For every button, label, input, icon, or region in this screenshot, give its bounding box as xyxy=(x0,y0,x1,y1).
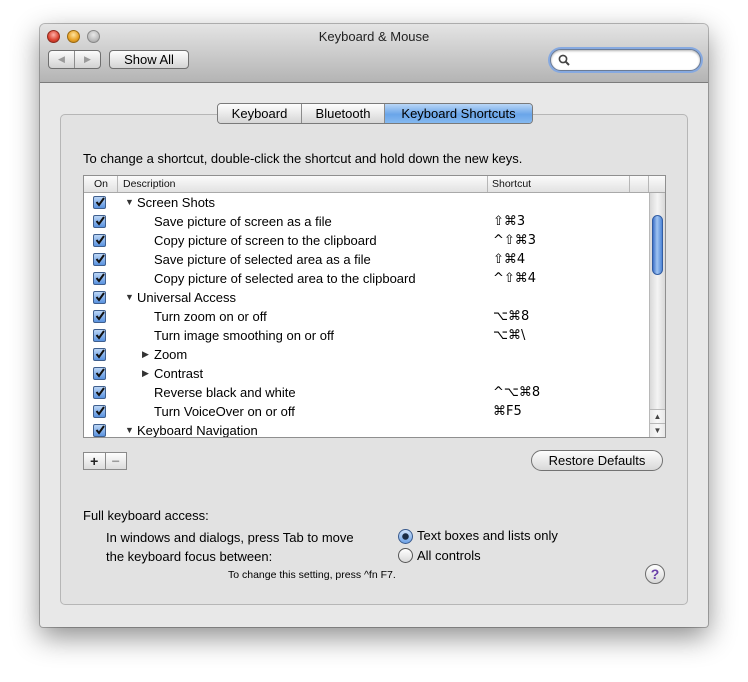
scroll-up-arrow-icon[interactable]: ▲ xyxy=(650,409,665,423)
enabled-checkbox[interactable] xyxy=(93,386,106,399)
title-bar: Keyboard & Mouse ◀ ▶ Show All xyxy=(40,24,708,83)
tab-bluetooth[interactable]: Bluetooth xyxy=(302,104,385,123)
search-icon xyxy=(558,54,570,66)
scroll-down-arrow-icon[interactable]: ▼ xyxy=(650,423,665,437)
row-shortcut[interactable]: ⇧⌘3 xyxy=(493,214,525,229)
disclosure-open-icon[interactable]: ▼ xyxy=(125,197,135,207)
table-row[interactable]: Copy picture of screen to the clipboard ^… xyxy=(84,231,649,250)
table-row[interactable]: ▶ Zoom xyxy=(84,345,649,364)
row-shortcut[interactable]: ^⇧⌘4 xyxy=(493,271,536,286)
row-shortcut[interactable]: ^⌥⌘8 xyxy=(493,385,540,400)
row-description: Turn zoom on or off xyxy=(154,309,267,324)
row-description: Save picture of screen as a file xyxy=(154,214,332,229)
add-shortcut-button[interactable]: + xyxy=(84,453,106,469)
row-shortcut[interactable]: ⌘F5 xyxy=(493,404,522,419)
radio-text-boxes-and-lists[interactable] xyxy=(398,529,413,544)
enabled-checkbox[interactable] xyxy=(93,367,106,380)
row-description: Save picture of selected area as a file xyxy=(154,252,371,267)
enabled-checkbox[interactable] xyxy=(93,196,106,209)
enabled-checkbox[interactable] xyxy=(93,272,106,285)
shortcuts-table: On Description Shortcut ▼ Screen Shots Sav… xyxy=(83,175,666,438)
radio-label-text-boxes-and-lists[interactable]: Text boxes and lists only xyxy=(417,528,558,543)
window-title: Keyboard & Mouse xyxy=(318,29,430,44)
restore-defaults-button[interactable]: Restore Defaults xyxy=(531,450,663,471)
keyboard-access-hint: To change this setting, press ^fn F7. xyxy=(228,569,396,581)
search-input[interactable] xyxy=(550,49,701,71)
tab-bar: Keyboard Bluetooth Keyboard Shortcuts xyxy=(217,103,533,124)
tab-keyboard-shortcuts[interactable]: Keyboard Shortcuts xyxy=(385,104,532,123)
table-row[interactable]: Turn zoom on or off ⌥⌘8 xyxy=(84,307,649,326)
instruction-text: To change a shortcut, double-click the s… xyxy=(83,151,523,166)
radio-label-all-controls[interactable]: All controls xyxy=(417,548,481,563)
forward-arrow-icon[interactable]: ▶ xyxy=(75,51,100,68)
enabled-checkbox[interactable] xyxy=(93,253,106,266)
add-remove-control: + − xyxy=(83,452,127,470)
tab-keyboard[interactable]: Keyboard xyxy=(218,104,302,123)
disclosure-open-icon[interactable]: ▼ xyxy=(125,425,135,435)
disclosure-open-icon[interactable]: ▼ xyxy=(125,292,135,302)
enabled-checkbox[interactable] xyxy=(93,348,106,361)
enabled-checkbox[interactable] xyxy=(93,310,106,323)
row-description: Copy picture of selected area to the cli… xyxy=(154,271,416,286)
scrollbar-thumb[interactable] xyxy=(652,215,663,275)
back-arrow-icon[interactable]: ◀ xyxy=(49,51,75,68)
preferences-window: Keyboard & Mouse ◀ ▶ Show All Keyboard B… xyxy=(40,24,708,627)
row-description: Contrast xyxy=(154,366,204,381)
show-all-button[interactable]: Show All xyxy=(109,50,189,69)
row-description: Turn VoiceOver on or off xyxy=(154,404,295,419)
row-shortcut[interactable]: ^⇧⌘3 xyxy=(493,233,536,248)
table-header: On Description Shortcut xyxy=(84,176,665,193)
table-row[interactable]: ▼ Keyboard Navigation xyxy=(84,421,649,438)
enabled-checkbox[interactable] xyxy=(93,329,106,342)
row-description: Zoom xyxy=(154,347,188,362)
radio-all-controls[interactable] xyxy=(398,548,413,563)
full-keyboard-access-description: In windows and dialogs, press Tab to mov… xyxy=(106,528,354,566)
disclosure-closed-icon[interactable]: ▶ xyxy=(142,349,152,359)
vertical-scrollbar[interactable]: ▲ ▼ xyxy=(649,193,665,437)
remove-shortcut-button[interactable]: − xyxy=(106,453,127,469)
column-header-description[interactable]: Description xyxy=(123,177,483,191)
table-row[interactable]: Save picture of selected area as a file ⇧… xyxy=(84,250,649,269)
row-description: Universal Access xyxy=(137,290,236,305)
enabled-checkbox[interactable] xyxy=(93,215,106,228)
enabled-checkbox[interactable] xyxy=(93,291,106,304)
table-row[interactable]: Turn VoiceOver on or off ⌘F5 xyxy=(84,402,649,421)
row-shortcut[interactable]: ⌥⌘\ xyxy=(493,328,525,343)
table-row[interactable]: Turn image smoothing on or off ⌥⌘\ xyxy=(84,326,649,345)
row-description: Copy picture of screen to the clipboard xyxy=(154,233,377,248)
table-row[interactable]: ▶ Contrast xyxy=(84,364,649,383)
back-forward-control: ◀ ▶ xyxy=(48,50,101,69)
table-rows: ▼ Screen Shots Save picture of screen as a… xyxy=(84,193,649,438)
row-description: Reverse black and white xyxy=(154,385,296,400)
column-header-shortcut[interactable]: Shortcut xyxy=(492,177,622,191)
row-shortcut[interactable]: ⌥⌘8 xyxy=(493,309,529,324)
description-line-1: In windows and dialogs, press Tab to mov… xyxy=(106,530,354,545)
enabled-checkbox[interactable] xyxy=(93,234,106,247)
enabled-checkbox[interactable] xyxy=(93,424,106,437)
row-description: Turn image smoothing on or off xyxy=(154,328,334,343)
row-description: Screen Shots xyxy=(137,195,216,210)
help-button[interactable]: ? xyxy=(645,564,665,584)
table-row[interactable]: Reverse black and white ^⌥⌘8 xyxy=(84,383,649,402)
table-row[interactable]: Copy picture of selected area to the cli… xyxy=(84,269,649,288)
column-header-on[interactable]: On xyxy=(94,177,118,191)
description-line-2: the keyboard focus between: xyxy=(106,549,273,564)
row-description: Keyboard Navigation xyxy=(137,423,258,438)
table-row[interactable]: Save picture of screen as a file ⇧⌘3 xyxy=(84,212,649,231)
enabled-checkbox[interactable] xyxy=(93,405,106,418)
full-keyboard-access-label: Full keyboard access: xyxy=(83,508,209,523)
row-shortcut[interactable]: ⇧⌘4 xyxy=(493,252,525,267)
table-row[interactable]: ▼ Screen Shots xyxy=(84,193,649,212)
disclosure-closed-icon[interactable]: ▶ xyxy=(142,368,152,378)
table-row[interactable]: ▼ Universal Access xyxy=(84,288,649,307)
